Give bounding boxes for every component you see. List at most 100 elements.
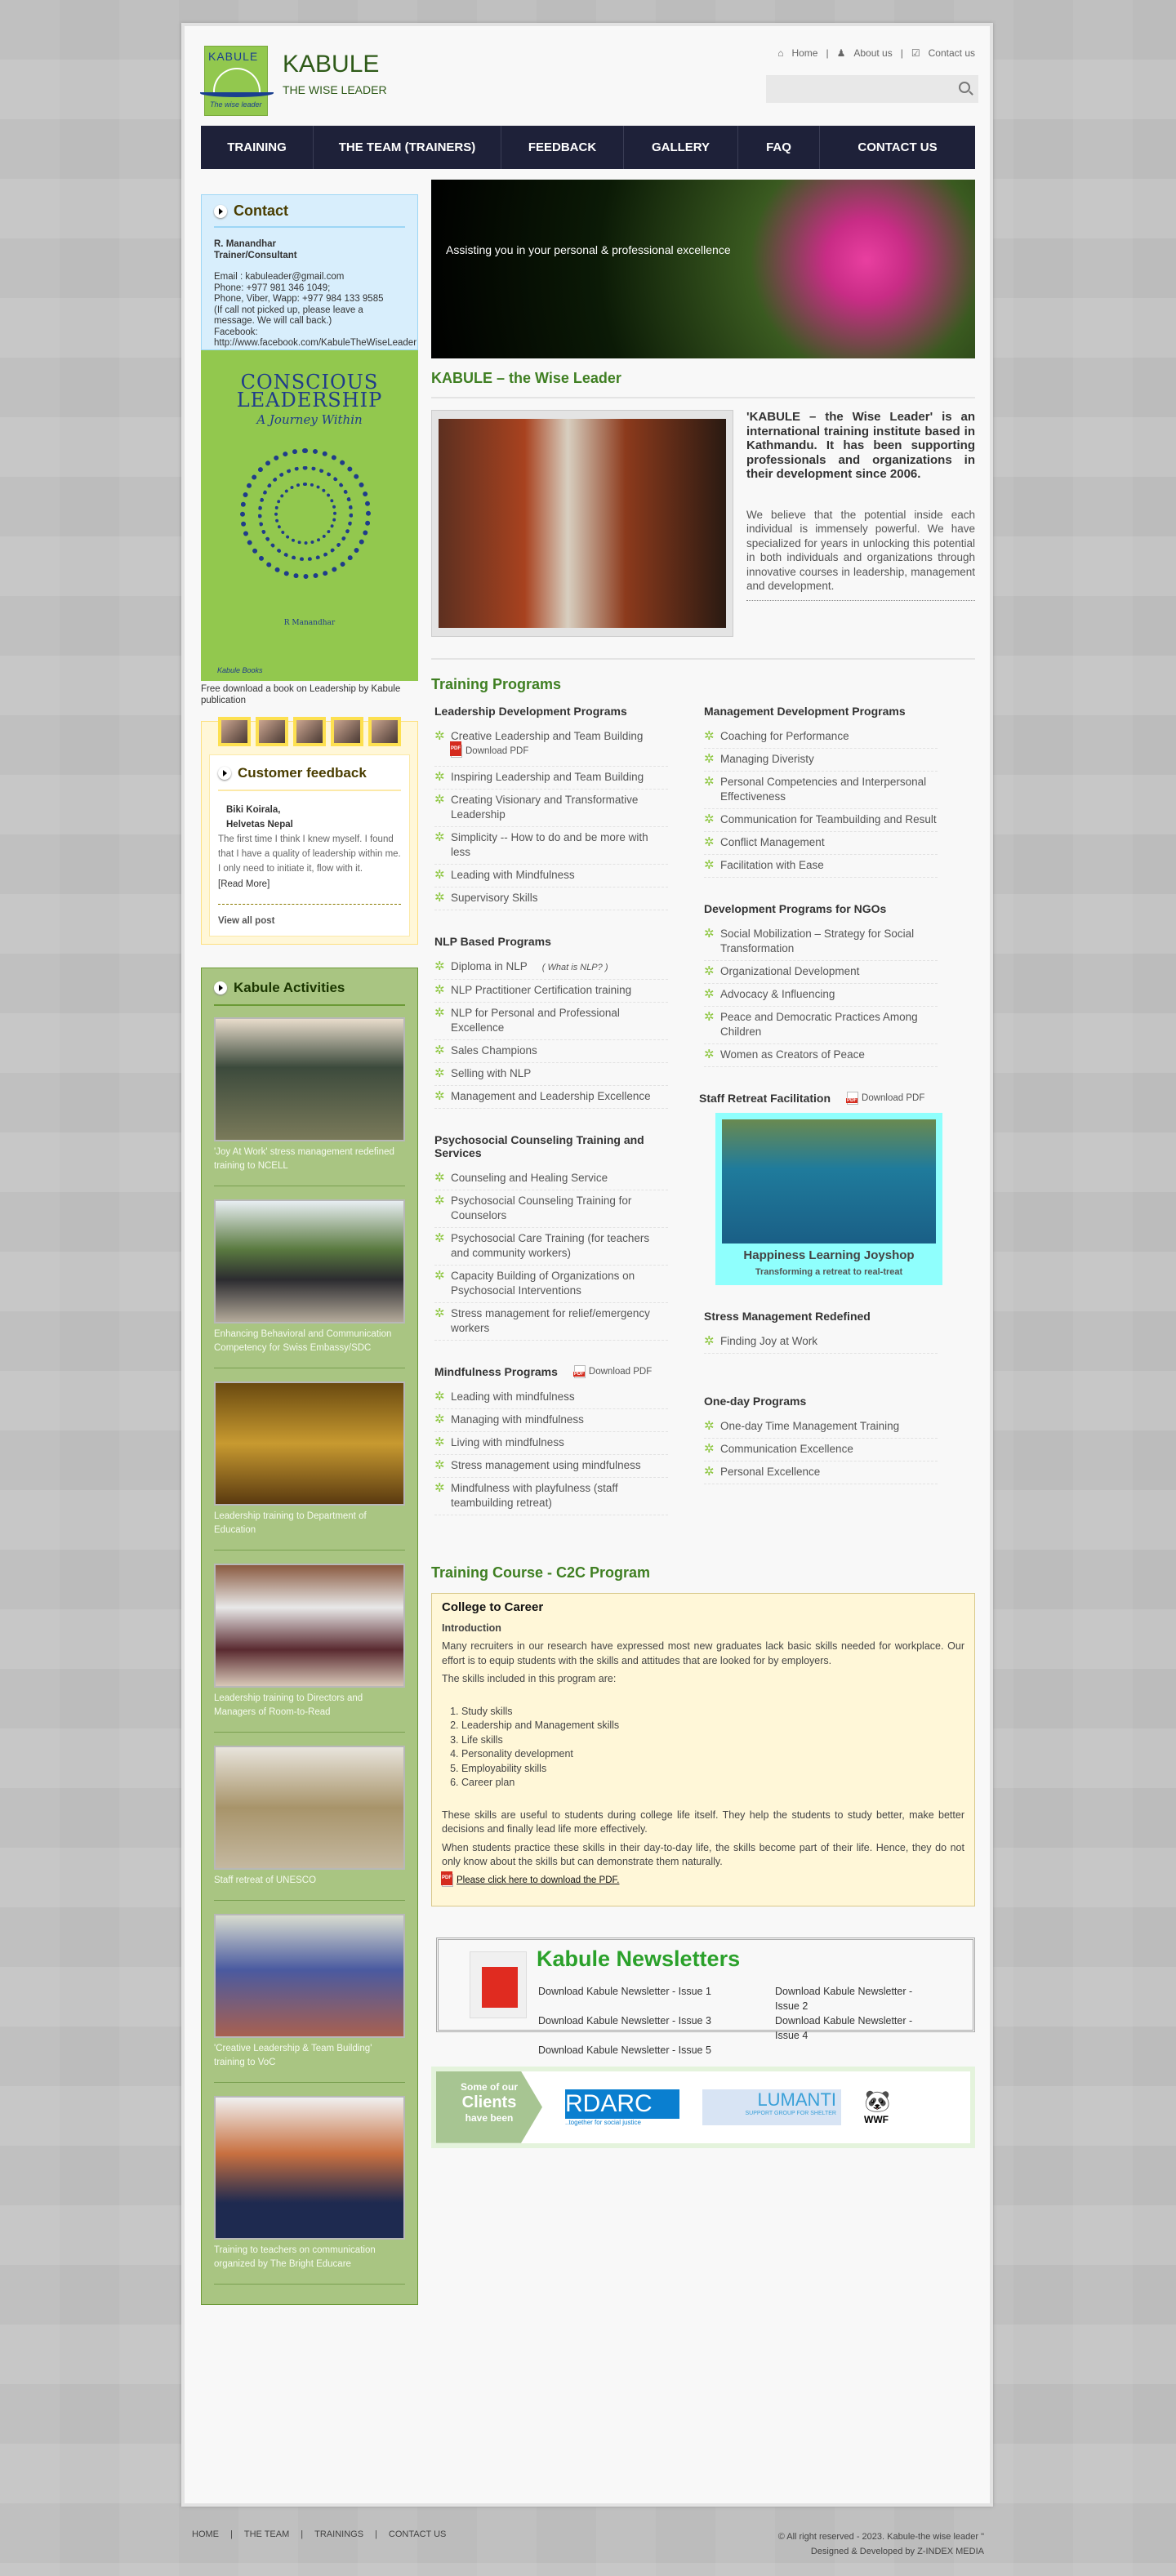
main-content: Assisting you in your personal & profess… bbox=[431, 180, 975, 2148]
top-link-home[interactable]: Home bbox=[791, 47, 817, 59]
program-item[interactable]: ✲ Communication for Teambuilding and Resu… bbox=[704, 809, 938, 832]
newsletter-link[interactable]: Download Kabule Newsletter - Issue 3 bbox=[538, 2013, 775, 2043]
star-icon: ✲ bbox=[434, 1171, 445, 1185]
nav-training[interactable]: TRAINING bbox=[201, 126, 314, 169]
program-item[interactable]: ✲ Simplicity -- How to do and be more wit… bbox=[434, 827, 668, 865]
program-item[interactable]: ✲ Supervisory Skills bbox=[434, 888, 668, 910]
program-item[interactable]: ✲ Stress management using mindfulness bbox=[434, 1455, 668, 1478]
footer-link-home[interactable]: HOME bbox=[192, 2529, 219, 2539]
footer: HOME | THE TEAM | TRAININGS | CONTACT US © … bbox=[192, 2529, 984, 2556]
program-group: Mindfulness Programs Download PDF ✲Leading… bbox=[431, 1365, 668, 1515]
client-logo-rdarc[interactable]: RDARC ..together for social justice bbox=[565, 2089, 679, 2127]
nav-team[interactable]: THE TEAM (TRAINERS) bbox=[314, 126, 501, 169]
activity-item[interactable]: Staff retreat of UNESCO bbox=[214, 1746, 405, 1901]
program-item[interactable]: ✲ Facilitation with Ease bbox=[704, 855, 938, 878]
star-icon: ✲ bbox=[434, 1194, 445, 1208]
star-icon: ✲ bbox=[434, 1089, 445, 1103]
top-link-about[interactable]: About us bbox=[853, 47, 892, 59]
program-item[interactable]: ✲ Sales Champions bbox=[434, 1040, 668, 1063]
star-icon: ✲ bbox=[704, 812, 715, 826]
program-item[interactable]: ✲ Peace and Democratic Practices Among Ch… bbox=[704, 1007, 938, 1044]
read-more-link[interactable]: [Read More] bbox=[218, 879, 270, 889]
search-icon[interactable] bbox=[959, 82, 970, 93]
program-item[interactable]: ✲ Advocacy & Influencing bbox=[704, 984, 938, 1007]
newsletter-link[interactable]: Download Kabule Newsletter - Issue 5 bbox=[538, 2043, 775, 2058]
program-item[interactable]: ✲ Finding Joy at Work bbox=[704, 1331, 938, 1354]
client-logo-wwf[interactable]: 🐼 WWF bbox=[864, 2089, 890, 2125]
training-photo bbox=[431, 410, 733, 637]
program-item[interactable]: ✲ Coaching for Performance bbox=[704, 726, 938, 749]
program-item[interactable]: ✲ Diploma in NLP( What is NLP? ) bbox=[434, 956, 668, 980]
program-item[interactable]: ✲ One-day Time Management Training bbox=[704, 1416, 938, 1439]
program-item[interactable]: ✲ Leading with Mindfulness bbox=[434, 865, 668, 888]
c2c-pdf-link[interactable]: Please click here to download the PDF. bbox=[457, 1874, 619, 1889]
book-cover[interactable]: CONSCIOUS LEADERSHIP A Journey Within R … bbox=[201, 350, 418, 681]
client-logo-lumanti[interactable]: LUMANTI SUPPORT GROUP FOR SHELTER bbox=[702, 2089, 841, 2125]
star-icon: ✲ bbox=[434, 983, 445, 997]
program-item[interactable]: ✲ Social Mobilization – Strategy for Soci… bbox=[704, 923, 938, 961]
download-pdf-link[interactable]: Download PDF bbox=[572, 1365, 652, 1378]
program-item[interactable]: ✲ Organizational Development bbox=[704, 961, 938, 984]
program-item[interactable]: ✲ Counseling and Healing Service bbox=[434, 1168, 668, 1190]
activity-item[interactable]: Training to teachers on communication or… bbox=[214, 2096, 405, 2285]
view-all-link[interactable]: View all post bbox=[218, 904, 401, 926]
newsletter-link[interactable]: Download Kabule Newsletter - Issue 2 bbox=[775, 1984, 938, 2013]
program-group: NLP Based Programs ✲ Diploma in NLP( What … bbox=[431, 935, 668, 1109]
footer-link-team[interactable]: THE TEAM bbox=[244, 2529, 289, 2539]
top-link-contact[interactable]: Contact us bbox=[929, 47, 975, 59]
facebook-link[interactable]: http://www.facebook.com/KabuleTheWiseLea… bbox=[214, 338, 416, 349]
page-container: KABULE The wise leader KABULE THE WISE L… bbox=[181, 23, 993, 2507]
footer-link-contact[interactable]: CONTACT US bbox=[389, 2529, 447, 2539]
program-item[interactable]: ✲ Managing Diveristy bbox=[704, 749, 938, 772]
program-item[interactable]: ✲ Leading with mindfulness bbox=[434, 1386, 668, 1409]
program-item[interactable]: ✲ NLP for Personal and Professional Excel… bbox=[434, 1003, 668, 1040]
program-item[interactable]: ✲Creative Leadership and Team BuildingDo… bbox=[434, 726, 668, 767]
feedback-avatars[interactable] bbox=[218, 717, 401, 746]
activity-item[interactable]: Enhancing Behavioral and Communication C… bbox=[214, 1199, 405, 1368]
newsletter-link[interactable]: Download Kabule Newsletter - Issue 4 bbox=[775, 2013, 938, 2043]
program-item[interactable]: ✲ Selling with NLP bbox=[434, 1063, 668, 1086]
program-item[interactable]: ✲ Personal Competencies and Interpersonal… bbox=[704, 772, 938, 809]
program-item[interactable]: ✲ Creating Visionary and Transformative L… bbox=[434, 790, 668, 827]
nav-contact[interactable]: CONTACT US bbox=[820, 126, 975, 169]
program-item[interactable]: ✲ Management and Leadership Excellence bbox=[434, 1086, 668, 1109]
program-item[interactable]: ✲ Psychosocial Counseling Training for Co… bbox=[434, 1190, 668, 1228]
activity-item[interactable]: Leadership training to Department of Edu… bbox=[214, 1381, 405, 1550]
program-item[interactable]: ✲ Inspiring Leadership and Team Building bbox=[434, 767, 668, 790]
program-item[interactable]: ✲ Capacity Building of Organizations on P… bbox=[434, 1266, 668, 1303]
search-input[interactable] bbox=[766, 75, 978, 103]
pdf-icon bbox=[470, 1951, 527, 2018]
program-item[interactable]: ✲ Women as Creators of Peace bbox=[704, 1044, 938, 1067]
nav-feedback[interactable]: FEEDBACK bbox=[501, 126, 624, 169]
nav-faq[interactable]: FAQ bbox=[738, 126, 820, 169]
activity-item[interactable]: Leadership training to Directors and Man… bbox=[214, 1564, 405, 1733]
newsletter-link[interactable]: Download Kabule Newsletter - Issue 1 bbox=[538, 1984, 775, 2013]
program-group-title: Leadership Development Programs bbox=[434, 705, 627, 718]
sidebar: Contact R. Manandhar Trainer/Consultant … bbox=[201, 194, 418, 2305]
nav-gallery[interactable]: GALLERY bbox=[624, 126, 738, 169]
download-pdf-link[interactable]: Download PDF bbox=[846, 1092, 924, 1105]
feedback-box: Customer feedback Biki Koirala, Helvetas… bbox=[201, 717, 418, 945]
footer-link-trainings[interactable]: TRAININGS bbox=[314, 2529, 363, 2539]
skills-list: Study skillsLeadership and Management sk… bbox=[461, 1705, 964, 1791]
activity-item[interactable]: 'Creative Leadership & Team Building' tr… bbox=[214, 1914, 405, 2083]
newsletters-box: Kabule Newsletters Download Kabule Newsl… bbox=[436, 1937, 975, 2056]
logo[interactable]: KABULE The wise leader bbox=[200, 46, 274, 116]
what-is-nlp-link[interactable]: ( What is NLP? ) bbox=[542, 963, 608, 972]
download-pdf-link[interactable]: Download PDF bbox=[450, 741, 528, 759]
program-item[interactable]: ✲ Personal Excellence bbox=[704, 1462, 938, 1484]
program-item[interactable]: ✲ Conflict Management bbox=[704, 832, 938, 855]
star-icon: ✲ bbox=[434, 959, 445, 973]
star-icon: ✲ bbox=[434, 770, 445, 784]
program-item[interactable]: ✲ NLP Practitioner Certification training bbox=[434, 980, 668, 1003]
program-item[interactable]: ✲ Mindfulness with playfulness (staff tea… bbox=[434, 1478, 668, 1515]
joyshop-card[interactable]: Happiness Learning Joyshop Transforming a… bbox=[715, 1113, 942, 1285]
program-item[interactable]: ✲ Living with mindfulness bbox=[434, 1432, 668, 1455]
program-group: Development Programs for NGOs ✲ Social Mob… bbox=[701, 902, 938, 1067]
program-item[interactable]: ✲ Psychosocial Care Training (for teacher… bbox=[434, 1228, 668, 1266]
program-item[interactable]: ✲ Stress management for relief/emergency … bbox=[434, 1303, 668, 1341]
program-item[interactable]: ✲ Communication Excellence bbox=[704, 1439, 938, 1462]
activity-item[interactable]: 'Joy At Work' stress management redefine… bbox=[214, 1017, 405, 1186]
site-title[interactable]: KABULE bbox=[283, 51, 379, 78]
program-item[interactable]: ✲ Managing with mindfulness bbox=[434, 1409, 668, 1432]
